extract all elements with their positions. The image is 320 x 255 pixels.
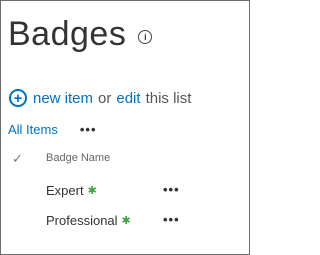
title-row: Badges i: [8, 14, 153, 54]
new-item-icon: ✱: [87, 185, 97, 197]
list-header-row: ✓ Badge Name: [0, 148, 250, 172]
item-name[interactable]: Professional ✱: [46, 213, 131, 228]
edit-list-link[interactable]: edit: [116, 90, 140, 107]
checkmark-icon[interactable]: ✓: [12, 151, 23, 167]
new-item-icon: ✱: [121, 215, 131, 227]
row-more-icon[interactable]: •••: [163, 182, 180, 197]
item-name-text[interactable]: Expert: [46, 183, 84, 198]
item-name-text[interactable]: Professional: [46, 213, 118, 228]
view-more-icon[interactable]: •••: [80, 122, 97, 137]
plus-circle-icon[interactable]: +: [9, 89, 27, 107]
view-selector: All Items •••: [8, 122, 97, 137]
or-text: or: [98, 89, 112, 107]
page-title: Badges: [8, 15, 127, 53]
this-list-text: this list: [145, 89, 192, 107]
row-more-icon[interactable]: •••: [163, 212, 180, 227]
list-item[interactable]: Professional ✱ •••: [0, 210, 250, 234]
list-item[interactable]: Expert ✱ •••: [0, 180, 250, 204]
action-row: + new item or edit this list: [9, 89, 196, 107]
view-all-items[interactable]: All Items: [8, 122, 58, 137]
new-item-link[interactable]: new item: [33, 90, 93, 107]
info-icon[interactable]: i: [138, 30, 153, 44]
item-name[interactable]: Expert ✱: [46, 183, 97, 198]
column-header-badge-name[interactable]: Badge Name: [46, 152, 110, 164]
